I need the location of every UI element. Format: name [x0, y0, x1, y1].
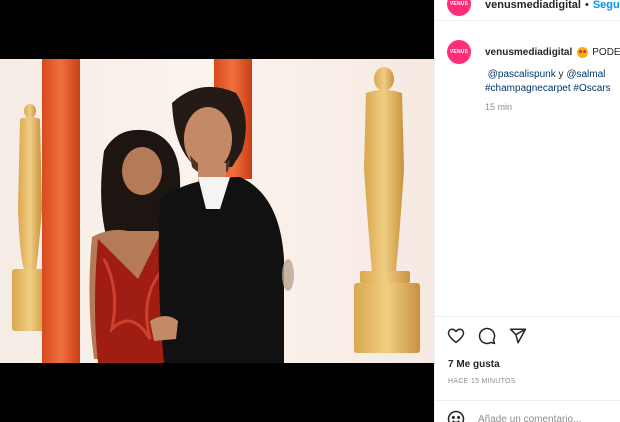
likes-count[interactable]: 7 Me gusta	[448, 359, 500, 370]
heart-icon[interactable]	[447, 327, 465, 345]
emoji-icon[interactable]	[447, 410, 465, 422]
username-link[interactable]: venusmediadigital	[485, 0, 581, 11]
comment-icon[interactable]	[478, 327, 496, 345]
post-actions	[447, 327, 527, 345]
caption-conjunction: y	[558, 69, 564, 80]
comment-divider	[435, 400, 620, 401]
header-divider	[435, 20, 620, 21]
star-struck-emoji-icon	[577, 46, 589, 58]
post-sidebar: VENUS venusmediadigital • Seguir VENUS v…	[434, 0, 620, 422]
mention-pascalispunk[interactable]: @pascalispunk	[488, 69, 556, 80]
post-time-ago: HACE 15 MINUTOS	[448, 378, 516, 385]
follow-button[interactable]: Seguir	[593, 0, 620, 11]
hashtag-oscars[interactable]: #Oscars	[573, 83, 610, 94]
post-media[interactable]	[0, 0, 434, 422]
separator-dot: •	[584, 0, 589, 11]
post-caption: VENUS venusmediadigital PODE ⁣⁣ @pascali…	[447, 40, 620, 112]
share-icon[interactable]	[509, 327, 527, 345]
mention-salma[interactable]: @salmal	[566, 69, 605, 80]
comment-input[interactable]: Añade un comentario...	[478, 414, 581, 422]
caption-prefix-text: PODE	[592, 46, 620, 58]
caption-timestamp: 15 min	[485, 102, 513, 112]
actions-divider	[435, 316, 620, 317]
post-header: VENUS venusmediadigital • Seguir	[435, 0, 620, 20]
hashtag-champagnecarpet[interactable]: #champagnecarpet	[485, 83, 571, 94]
comment-box: Añade un comentario...	[447, 410, 581, 422]
caption-avatar[interactable]: VENUS	[447, 40, 471, 64]
post-photo	[0, 59, 434, 363]
caption-avatar-logo-text: VENUS	[449, 49, 469, 55]
avatar[interactable]: VENUS	[447, 0, 471, 16]
avatar-logo-text: VENUS	[449, 1, 469, 7]
caption-username[interactable]: venusmediadigital	[485, 47, 572, 58]
